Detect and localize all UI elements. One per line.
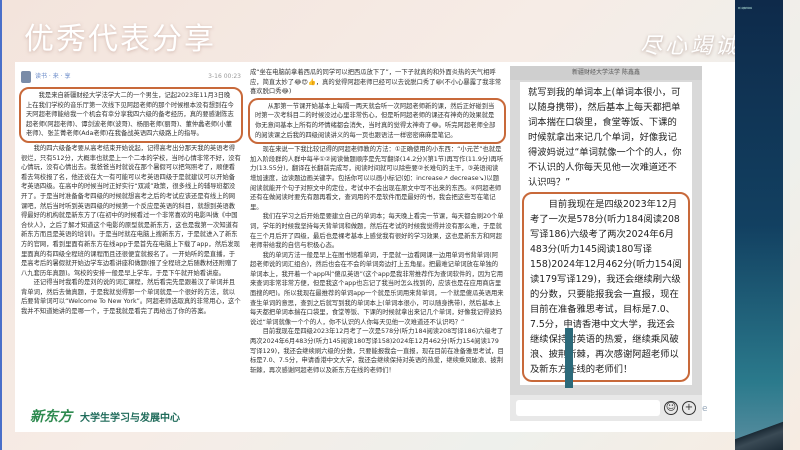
avatar	[21, 71, 31, 83]
message-bubble: 就写到我的单词本上(单词本很小，可以随身携带)，然后基本上每天都把单词本揣在口袋…	[520, 82, 692, 385]
highlight-text: 我是来自新疆财经大学法学大二的一个男生，记起2023年11月3日晚上在我们学校的…	[26, 92, 234, 138]
paragraph: 目前我现在是四级2023年12月考了一次是578分(听力184阅读208写译18…	[250, 328, 504, 374]
paragraph: 我的四六级备考要从高考结束开始说起，记得高考出分那天我的英语考得很烂，只有512…	[21, 144, 241, 277]
long-text-image: 四六级备考经验	[735, 0, 783, 450]
highlight-text: 目前我现在是四级2023年12月考了一次是578分(听力184阅读208写译18…	[530, 199, 682, 375]
brand-logo: 新东方	[30, 409, 72, 425]
slide-title: 优秀代表分享	[24, 22, 216, 57]
highlight-box: 我是来自新疆财经大学法学大二的一个男生，记起2023年11月3日晚上在我们学校的…	[19, 87, 243, 143]
user-name: 读书 · 来 · 享	[35, 73, 71, 81]
chat-header: 新疆财经大学法学 陈鑫鑫	[510, 66, 702, 80]
post-time: 3-16 00:23	[208, 73, 241, 81]
paragraph: 我们在学习之后开始是要建立自己的单词本；每天晚上看完一节课，每天都会刷20个单词…	[250, 213, 504, 250]
chat-input[interactable]	[516, 400, 660, 416]
highlight-text: 从那第一节课开始基本上每隔一两天就会听一次阿超老师新的课，然后正好碰到当时第一次…	[255, 102, 496, 139]
center-name: 大学生学习与发展中心	[80, 412, 180, 424]
highlight-box: 目前我现在是四级2023年12月考了一次是578分(听力184阅读208写译18…	[522, 192, 690, 382]
mountain-image	[735, 420, 783, 450]
chat-input-bar: ☺ +	[510, 395, 702, 421]
left-edge-bar	[0, 0, 2, 450]
strip-title: 四六级备考经验	[738, 8, 753, 10]
post-header: 读书 · 来 · 享 3-16 00:23	[21, 68, 241, 86]
highlight-box: 从那第一节课开始基本上每隔一两天就会听一次阿超老师新的课，然后正好碰到当时第一次…	[248, 97, 506, 145]
message-text: 就写到我的单词本上(单词本很小，可以随身携带)，然后基本上每天都把单词本揣在口袋…	[528, 87, 682, 188]
left-screenshot: 读书 · 来 · 享 3-16 00:23 我是来自新疆财经大学法学大二的一个男…	[17, 66, 245, 400]
image-thumbnail	[565, 328, 573, 388]
right-phone-screenshot: 新疆财经大学法学 陈鑫鑫 就写到我的单词本上(单词本很小，可以随身携带)，然后基…	[510, 66, 702, 421]
paragraph: 现在来说一下我比较记得的阿超老师教的方法：①正确使用的小东西：“小元芒”也就是加…	[250, 146, 504, 211]
plus-icon[interactable]: +	[682, 401, 696, 415]
paragraph: 还记得当时我看的是刘的说的词汇课程，然后看完先是跟着汉了单词并且背单词，然后去做…	[21, 279, 241, 316]
footer-brand: 新东方 大学生学习与发展中心	[15, 400, 245, 432]
middle-screenshot: 成“坐在电脑前拿着西瓜的同学可以把西瓜放下了”，一下子就真的和外面炎热的天气相呼…	[246, 66, 508, 400]
paragraph: 我的单词方法一般是早上在图书馆看单词，于是就一边看网课一边用单词书背单词(阿超老…	[250, 251, 504, 326]
emoji-icon[interactable]: ☺	[664, 401, 678, 415]
paragraph: 成“坐在电脑前拿着西瓜的同学可以把西瓜放下了”，一下子就真的和外面炎热的天气相呼…	[250, 69, 502, 96]
